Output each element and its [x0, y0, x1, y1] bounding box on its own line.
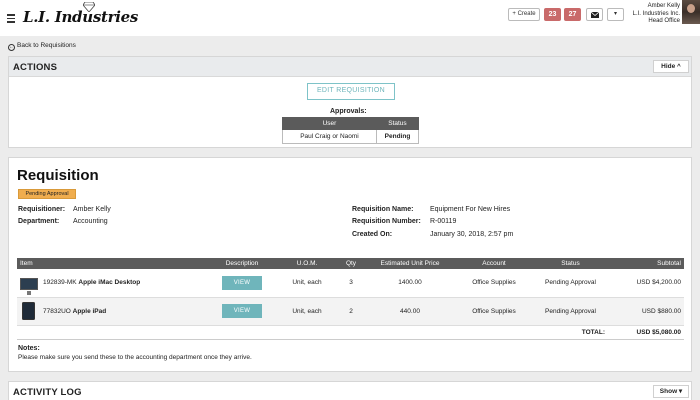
col-qty: Qty: [337, 258, 365, 269]
back-link-label: Back to Requisitions: [17, 42, 76, 49]
back-link[interactable]: ← Back to Requisitions: [8, 42, 76, 51]
col-description: Description: [207, 258, 277, 269]
total-value: USD $5,080.00: [608, 325, 684, 340]
menu-icon[interactable]: [7, 14, 15, 23]
user-name: Amber Kelly: [647, 3, 680, 9]
mail-button[interactable]: [586, 8, 603, 21]
diamond-icon: [83, 2, 95, 12]
item-status: Pending Approval: [533, 297, 608, 326]
hide-button[interactable]: Hide ^: [653, 60, 689, 73]
req-name-label: Requisition Name:: [352, 206, 414, 213]
created-on-label: Created On:: [352, 231, 393, 238]
ipad-thumbnail: [22, 302, 35, 320]
item-qty: 3: [337, 269, 365, 298]
requisitioner-label: Requisitioner:: [18, 206, 66, 213]
total-row: TOTAL: USD $5,080.00: [17, 325, 684, 340]
approval-status: Pending: [375, 129, 420, 144]
col-price: Estimated Unit Price: [365, 258, 455, 269]
notes-label: Notes:: [18, 345, 40, 352]
col-account: Account: [455, 258, 533, 269]
col-subtotal: Subtotal: [608, 258, 684, 269]
table-row: 77832UO Apple iPad VIEW Unit, each 2 440…: [17, 297, 684, 326]
department-value: Accounting: [73, 218, 108, 225]
view-button[interactable]: VIEW: [222, 304, 262, 318]
activity-log-header: ACTIVITY LOG Show ▾: [9, 382, 691, 400]
item-qty: 2: [337, 297, 365, 326]
create-button[interactable]: + Create: [508, 8, 540, 21]
created-on-value: January 30, 2018, 2:57 pm: [430, 231, 514, 238]
task-badge[interactable]: 27: [564, 8, 581, 21]
item-uom: Unit, each: [277, 269, 337, 298]
approver-name: Paul Craig or Naomi: [282, 129, 377, 144]
arrow-left-icon: ←: [8, 44, 15, 51]
top-bar: L.I. Industries + Create 23 27 ▾ Amber K…: [0, 0, 700, 36]
item-account: Office Supplies: [455, 269, 533, 298]
table-row: Paul Craig or Naomi Pending: [282, 129, 420, 144]
table-row: 192839-MK Apple iMac Desktop VIEW Unit, …: [17, 269, 684, 298]
notes-text: Please make sure you send these to the a…: [18, 354, 252, 361]
dropdown-button[interactable]: ▾: [607, 8, 624, 21]
item-cell: 77832UO Apple iPad: [17, 297, 207, 326]
approvals-table: User Status Paul Craig or Naomi Pending: [282, 117, 420, 144]
col-status: Status: [533, 258, 608, 269]
item-account: Office Supplies: [455, 297, 533, 326]
req-number-value: R-00119: [430, 218, 457, 225]
actions-title: ACTIONS: [13, 62, 58, 73]
department-label: Department:: [18, 218, 60, 225]
approvals-label: Approvals:: [330, 108, 367, 115]
user-office: Head Office: [648, 18, 680, 24]
edit-requisition-button[interactable]: EDIT REQUISITION: [307, 83, 395, 100]
approvals-col-user: User: [282, 117, 377, 130]
item-name: Apple iPad: [72, 307, 107, 315]
activity-log-title: ACTIVITY LOG: [13, 387, 82, 398]
envelope-icon: [591, 11, 599, 18]
total-label: TOTAL:: [533, 325, 608, 340]
item-uom: Unit, each: [277, 297, 337, 326]
item-sku: 192839-MK: [43, 279, 77, 287]
item-sku: 77832UO: [43, 307, 71, 315]
avatar[interactable]: [682, 0, 700, 24]
req-number-label: Requisition Number:: [352, 218, 421, 225]
item-name: Apple iMac Desktop: [78, 279, 141, 287]
items-table: Item Description U.O.M. Qty Estimated Un…: [17, 258, 684, 340]
approvals-col-status: Status: [375, 117, 420, 130]
company-logo[interactable]: L.I. Industries: [23, 8, 138, 26]
user-info[interactable]: Amber Kelly L.I. Industries Inc. Head Of…: [633, 3, 680, 26]
show-button[interactable]: Show ▾: [653, 385, 689, 398]
activity-log-panel: ACTIVITY LOG Show ▾: [8, 381, 692, 400]
req-name-value: Equipment For New Hires: [430, 206, 511, 213]
page-title: Requisition: [17, 167, 99, 184]
actions-panel-header: ACTIONS Hide ^: [9, 57, 691, 77]
status-badge: Pending Approval: [18, 189, 76, 199]
item-price: 440.00: [365, 297, 455, 326]
item-price: 1400.00: [365, 269, 455, 298]
col-uom: U.O.M.: [277, 258, 337, 269]
item-subtotal: USD $4,200.00: [608, 269, 684, 298]
requisitioner-value: Amber Kelly: [73, 206, 111, 213]
view-button[interactable]: VIEW: [222, 275, 262, 290]
imac-thumbnail: [20, 277, 38, 295]
item-cell: 192839-MK Apple iMac Desktop: [17, 269, 207, 298]
col-item: Item: [17, 258, 207, 269]
item-subtotal: USD $880.00: [608, 297, 684, 326]
item-status: Pending Approval: [533, 269, 608, 298]
notification-badge[interactable]: 23: [544, 8, 561, 21]
user-company: L.I. Industries Inc.: [632, 10, 680, 17]
